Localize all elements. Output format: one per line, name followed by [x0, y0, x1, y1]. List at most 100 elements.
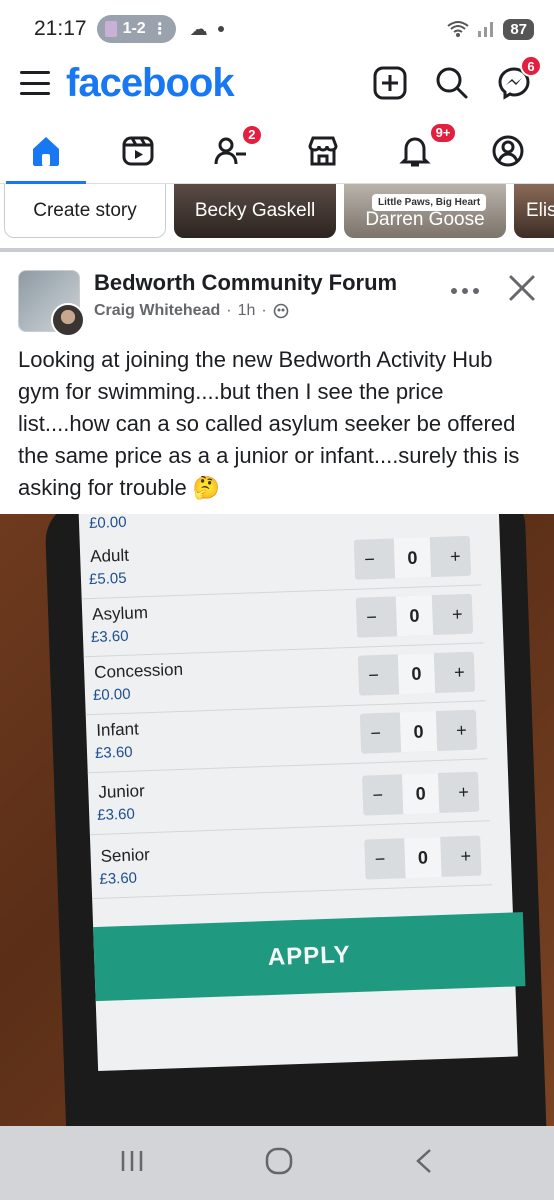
minus-sign: − — [365, 606, 378, 627]
create-button[interactable] — [370, 63, 410, 103]
notification-dot-icon — [217, 26, 224, 32]
menu-icon[interactable] — [20, 71, 50, 95]
wifi-icon — [447, 21, 469, 37]
group-avatar[interactable] — [18, 270, 85, 337]
minus-sign: − — [372, 784, 384, 805]
sim-indicator: 1-2 ⋮ — [96, 15, 176, 43]
quantity-value: 0 — [395, 595, 434, 637]
ticket-name: Infant — [95, 719, 140, 740]
status-time: 21:17 — [34, 17, 87, 40]
home-icon — [33, 136, 60, 166]
tab-marketplace[interactable] — [283, 118, 363, 184]
story-name: Becky Gaskell — [194, 200, 316, 221]
back-icon — [415, 1148, 431, 1173]
plus-sign: + — [451, 603, 463, 624]
story-name: Elis — [526, 200, 554, 221]
phone-in-photo: £0.00 Adult £5.05 −0 + Asylum £3.60 −0 + C… — [44, 514, 548, 1126]
plus-sign: + — [460, 845, 472, 866]
profile-icon — [492, 135, 524, 166]
friends-badge: 2 — [240, 123, 263, 146]
group-name[interactable]: Bedworth Community Forum — [94, 270, 397, 296]
avatar[interactable] — [51, 303, 85, 337]
quantity-value: 0 — [404, 836, 442, 879]
more-icon: ⋮ — [151, 21, 168, 38]
home-button[interactable] — [264, 1146, 294, 1181]
quantity-stepper: −0 + — [364, 835, 482, 880]
quantity-stepper: −0 + — [359, 709, 478, 754]
price-row: Junior £3.60 −0 + — [87, 763, 490, 836]
post-header: Bedworth Community Forum Craig Whitehead… — [0, 262, 554, 338]
stories-tray: Create story Becky Gaskell Little Paws, … — [0, 184, 554, 252]
ticket-price: £3.60 — [96, 805, 136, 824]
messenger-badge: 6 — [520, 55, 542, 77]
video-icon — [122, 136, 154, 165]
flag-icon — [104, 21, 117, 37]
quantity-value: 0 — [397, 653, 436, 695]
tab-profile[interactable] — [468, 118, 548, 184]
quantity-value: 0 — [399, 711, 438, 753]
ticket-price: £3.60 — [90, 627, 129, 647]
facebook-logo[interactable]: facebook — [66, 61, 235, 106]
signal-icon — [478, 22, 494, 37]
post-time[interactable]: 1h — [238, 302, 256, 320]
minus-sign: − — [374, 848, 386, 869]
story-card[interactable]: Elis — [514, 184, 554, 238]
ticket-price: £0.00 — [92, 685, 131, 704]
quantity-value: 0 — [393, 537, 432, 579]
battery-indicator: 87 — [503, 18, 534, 40]
recent-apps-icon — [122, 1150, 143, 1171]
ticket-price: £3.60 — [94, 743, 133, 762]
tab-video[interactable] — [98, 118, 178, 184]
sim-label: 1-2 — [122, 20, 146, 37]
price-row: Senior £3.60 −0 + — [90, 827, 492, 900]
back-button[interactable] — [413, 1147, 435, 1180]
phone-screen: £0.00 Adult £5.05 −0 + Asylum £3.60 −0 + C… — [78, 514, 526, 1072]
ticket-name: Asylum — [91, 603, 149, 624]
search-icon — [436, 67, 468, 99]
ticket-name: Junior — [98, 781, 146, 802]
quantity-stepper: −0 + — [353, 535, 472, 580]
tab-friends[interactable]: 2 — [191, 118, 271, 184]
main-tabs: 2 9+ — [0, 118, 554, 184]
tab-home[interactable] — [6, 118, 87, 184]
top-amount: £0.00 — [88, 514, 127, 533]
plus-icon — [373, 66, 407, 100]
minus-sign: − — [363, 548, 376, 569]
system-nav-bar — [0, 1126, 554, 1200]
search-button[interactable] — [432, 63, 472, 103]
plus-sign: + — [449, 545, 461, 566]
notifications-badge: 9+ — [428, 121, 458, 144]
plus-sign: + — [457, 781, 470, 802]
create-story-label: Create story — [33, 199, 137, 221]
more-options-button[interactable] — [450, 282, 480, 300]
quantity-stepper: −0 + — [362, 771, 480, 816]
ticket-name: Senior — [100, 845, 151, 866]
ticket-name: Concession — [93, 659, 184, 682]
quantity-stepper: −0 + — [357, 651, 476, 696]
plus-sign: + — [455, 719, 467, 740]
app-header: facebook 6 — [0, 55, 554, 108]
author-name[interactable]: Craig Whitehead — [94, 302, 220, 320]
recent-apps-button[interactable] — [119, 1148, 145, 1179]
privacy-icon — [273, 303, 288, 319]
tab-notifications[interactable]: 9+ — [375, 118, 458, 184]
apply-button-in-photo: APPLY — [93, 912, 526, 1002]
messenger-button[interactable]: 6 — [494, 55, 542, 103]
cloud-icon: ☁ — [189, 18, 208, 39]
minus-sign: − — [369, 722, 382, 743]
minus-sign: − — [367, 664, 380, 685]
hide-post-button[interactable] — [508, 274, 536, 307]
post-photo[interactable]: £0.00 Adult £5.05 −0 + Asylum £3.60 −0 + C… — [0, 514, 554, 1126]
ticket-name: Adult — [89, 545, 130, 567]
post-text: Looking at joining the new Bedworth Acti… — [18, 347, 520, 500]
close-icon — [509, 275, 535, 301]
story-name: Darren Goose — [365, 209, 485, 230]
story-card[interactable]: Becky Gaskell — [174, 184, 336, 238]
story-card[interactable]: Little Paws, Big Heart Darren Goose — [344, 184, 506, 238]
ticket-price: £5.05 — [88, 569, 127, 589]
story-overlay-text: Little Paws, Big Heart — [372, 194, 487, 211]
separator: · — [226, 302, 232, 319]
create-story-card[interactable]: Create story — [4, 184, 166, 238]
home-circle-icon — [265, 1147, 293, 1174]
more-icon — [451, 287, 479, 294]
